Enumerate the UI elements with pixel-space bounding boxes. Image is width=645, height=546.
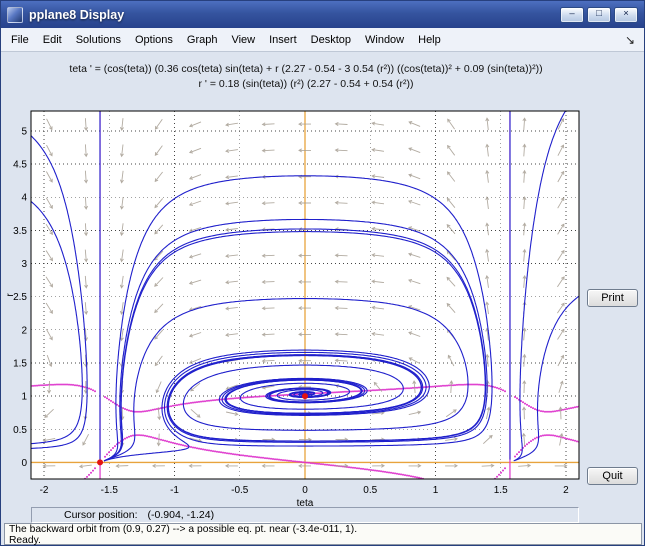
status-line-1: The backward orbit from (0.9, 0.27) --> …	[9, 524, 358, 535]
close-button[interactable]: ×	[614, 6, 638, 23]
minimize-button[interactable]: –	[560, 6, 584, 23]
x-tick-label: 0	[302, 485, 308, 496]
equation-line-2: r ' = 0.18 (sin(teta)) (r²) (2.27 - 0.54…	[198, 78, 414, 90]
y-tick-label: 0	[21, 458, 27, 469]
y-tick-label: 2	[21, 325, 27, 336]
app-icon[interactable]	[7, 6, 23, 23]
cursor-position-bar: Cursor position: (-0.904, -1.24)	[31, 507, 579, 523]
x-tick-label: -0.5	[231, 485, 249, 496]
menu-item-view[interactable]: View	[224, 30, 262, 50]
cursor-position-value: (-0.904, -1.24)	[147, 509, 215, 521]
menu-item-file[interactable]: File	[4, 30, 36, 50]
x-tick-label: -1	[170, 485, 179, 496]
equation-line-1: teta ' = (cos(teta)) (0.36 cos(teta) sin…	[69, 63, 543, 75]
menu-item-insert[interactable]: Insert	[262, 30, 304, 50]
y-tick-label: 0.5	[13, 425, 27, 436]
status-bar: The backward orbit from (0.9, 0.27) --> …	[4, 523, 642, 545]
y-tick-label: 4.5	[13, 160, 27, 171]
status-line-2: Ready.	[9, 534, 41, 546]
x-tick-label: -1.5	[101, 485, 119, 496]
print-button[interactable]: Print	[587, 289, 638, 307]
phase-plane-plot[interactable]: -2 -1.5 -1 -0.5 0 0.5 1 1.5 200.511.522.533.544.…	[1, 107, 645, 511]
window-controls: – □ ×	[560, 6, 638, 23]
menu-item-edit[interactable]: Edit	[36, 30, 69, 50]
y-tick-label: 4	[21, 193, 27, 204]
y-tick-label: 5	[21, 126, 27, 137]
x-tick-label: -2	[40, 485, 49, 496]
pplane8-display-window: pplane8 Display – □ × File Edit Solutions Opt…	[0, 0, 645, 546]
menu-item-desktop[interactable]: Desktop	[304, 30, 358, 50]
equilibrium-point	[97, 459, 104, 466]
x-tick-label: 1	[433, 485, 439, 496]
menubar: File Edit Solutions Options Graph View Insert D…	[1, 28, 644, 52]
y-tick-label: 1.5	[13, 358, 27, 369]
restore-button[interactable]: □	[587, 6, 611, 23]
menu-item-solutions[interactable]: Solutions	[69, 30, 128, 50]
cursor-position-label: Cursor position:	[64, 509, 138, 521]
menu-item-graph[interactable]: Graph	[180, 30, 225, 50]
y-tick-label: 3	[21, 259, 27, 270]
window-title: pplane8 Display	[29, 7, 125, 22]
y-tick-label: 1	[21, 392, 27, 403]
menu-item-help[interactable]: Help	[411, 30, 448, 50]
equation-header: teta ' = (cos(teta)) (0.36 cos(teta) sin…	[1, 62, 611, 92]
equilibrium-point	[302, 393, 308, 400]
menu-item-window[interactable]: Window	[358, 30, 411, 50]
x-tick-label: 0.5	[363, 485, 377, 496]
x-tick-label: 2	[563, 485, 569, 496]
quit-button[interactable]: Quit	[587, 467, 638, 485]
y-tick-label: 3.5	[13, 226, 27, 237]
menu-item-options[interactable]: Options	[128, 30, 180, 50]
titlebar[interactable]: pplane8 Display – □ ×	[1, 1, 644, 28]
dock-arrow-icon[interactable]: ↘	[625, 33, 644, 47]
x-tick-label: 1.5	[494, 485, 508, 496]
